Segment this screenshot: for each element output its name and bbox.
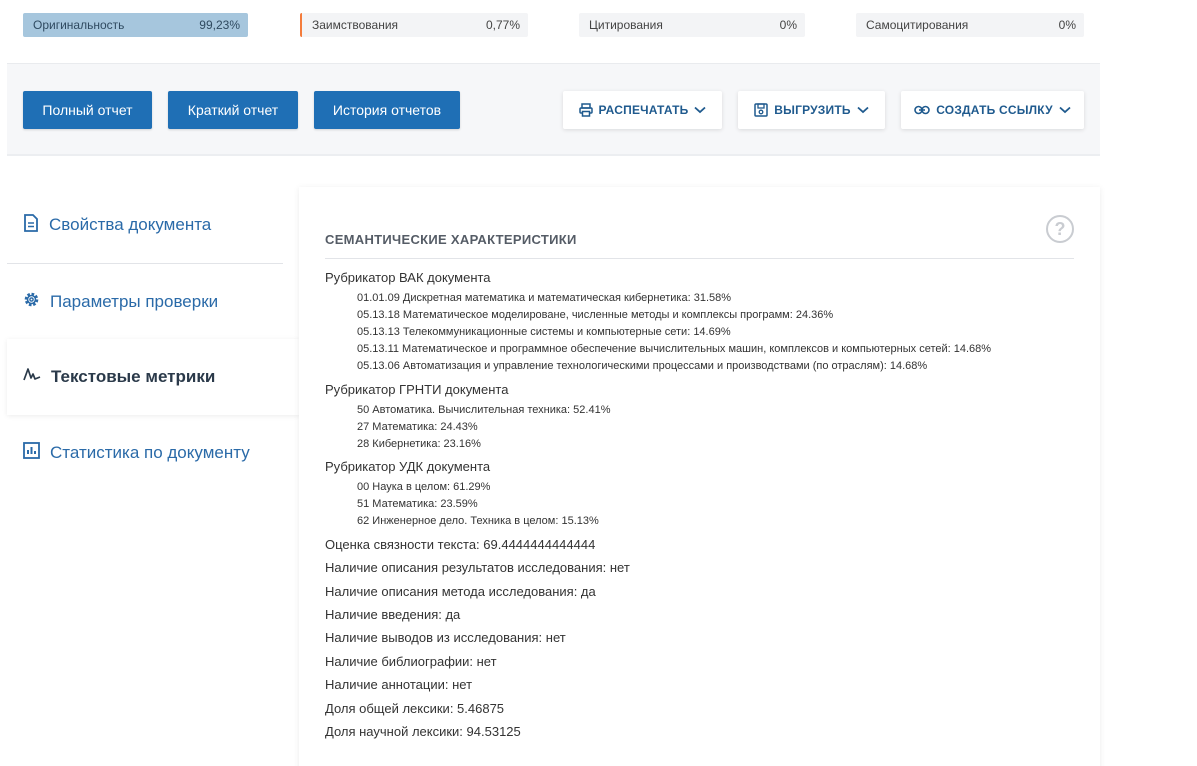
sidebar-item-label: Параметры проверки [50,292,219,311]
method-description-presence: Наличие описания метода исследования: да [325,584,596,599]
chevron-down-icon [857,106,869,114]
sidebar-item-check-parameters[interactable]: Параметры проверки [7,285,283,319]
vak-item: 05.13.18 Математическое моделироване, чи… [357,309,834,321]
udk-heading: Рубрикатор УДК документа [325,459,491,474]
sidebar-item-label: Свойства документа [49,215,212,234]
originality-metric: Оригинальность 99,23% [23,13,248,37]
bar-chart-icon [23,442,40,464]
gear-icon [23,291,40,313]
full-report-button[interactable]: Полный отчет [23,91,152,129]
sidebar-item-document-properties[interactable]: Свойства документа [7,208,283,242]
self-citing-metric: Самоцитирования 0% [856,13,1084,37]
link-icon [914,105,931,115]
text-metrics-icon [23,367,41,388]
borrowing-metric: Заимствования 0,77% [300,13,528,37]
sidebar-item-text-metrics[interactable]: Текстовые метрики [7,360,283,394]
vak-item: 01.01.09 Дискретная математика и математ… [357,292,732,304]
export-label: ВЫГРУЗИТЬ [774,103,851,117]
citing-value: 0% [779,18,797,32]
originality-label: Оригинальность [33,18,125,32]
vak-item: 05.13.13 Телекоммуникационные системы и … [357,326,731,338]
borrowing-label: Заимствования [312,18,399,32]
vak-item: 05.13.11 Математическое и программное об… [357,343,992,355]
panel-title: СЕМАНТИЧЕСКИЕ ХАРАКТЕРИСТИКИ [325,232,577,247]
results-description-presence: Наличие описания результатов исследовани… [325,560,630,575]
vak-item: 05.13.06 Автоматизация и управление техн… [357,360,928,372]
save-icon [754,103,769,117]
scientific-vocabulary-share: Доля научной лексики: 94.53125 [325,724,521,739]
panel-divider [325,258,1074,259]
print-label: РАСПЕЧАТАТЬ [598,103,689,117]
chevron-down-icon [1059,106,1071,114]
chevron-down-icon [694,106,707,114]
sidebar-item-label: Текстовые метрики [51,367,216,386]
printer-icon [578,103,593,117]
general-vocabulary-share: Доля общей лексики: 5.46875 [325,701,505,716]
grnti-item: 27 Математика: 24.43% [357,421,478,433]
sidebar-divider [7,263,283,264]
grnti-item: 28 Кибернетика: 23.16% [357,438,481,450]
borrowing-value: 0,77% [485,18,520,32]
bibliography-presence: Наличие библиографии: нет [325,654,497,669]
report-history-button[interactable]: История отчетов [314,91,460,129]
short-report-button[interactable]: Краткий отчет [168,91,298,129]
udk-item: 51 Математика: 23.59% [357,498,478,510]
semantic-characteristics-panel: СЕМАНТИЧЕСКИЕ ХАРАКТЕРИСТИКИ ? Рубрикато… [299,187,1100,766]
self-citing-value: 0% [1058,18,1076,32]
text-coherence-score: Оценка связности текста: 69.444444444444… [325,537,596,552]
create-link-label: СОЗДАТЬ ССЫЛКУ [936,103,1053,117]
udk-item: 62 Инженерное дело. Техника в целом: 15.… [357,515,599,527]
grnti-heading: Рубрикатор ГРНТИ документа [325,382,509,397]
introduction-presence: Наличие введения: да [325,607,461,622]
help-icon[interactable]: ? [1046,215,1074,243]
print-button[interactable]: РАСПЕЧАТАТЬ [563,91,722,129]
udk-item: 00 Наука в целом: 61.29% [357,481,491,493]
originality-value: 99,23% [199,18,240,32]
grnti-item: 50 Автоматика. Вычислительная техника: 5… [357,404,611,416]
document-icon [23,213,39,237]
sidebar-item-document-statistics[interactable]: Статистика по документу [7,436,283,470]
create-link-button[interactable]: СОЗДАТЬ ССЫЛКУ [901,91,1084,129]
self-citing-label: Самоцитирования [866,18,969,32]
abstract-presence: Наличие аннотации: нет [325,677,473,692]
export-button[interactable]: ВЫГРУЗИТЬ [738,91,885,129]
vak-heading: Рубрикатор ВАК документа [325,270,491,285]
citing-label: Цитирования [589,18,663,32]
conclusions-presence: Наличие выводов из исследования: нет [325,630,566,645]
sidebar-item-label: Статистика по документу [50,443,250,462]
citing-metric: Цитирования 0% [579,13,805,37]
